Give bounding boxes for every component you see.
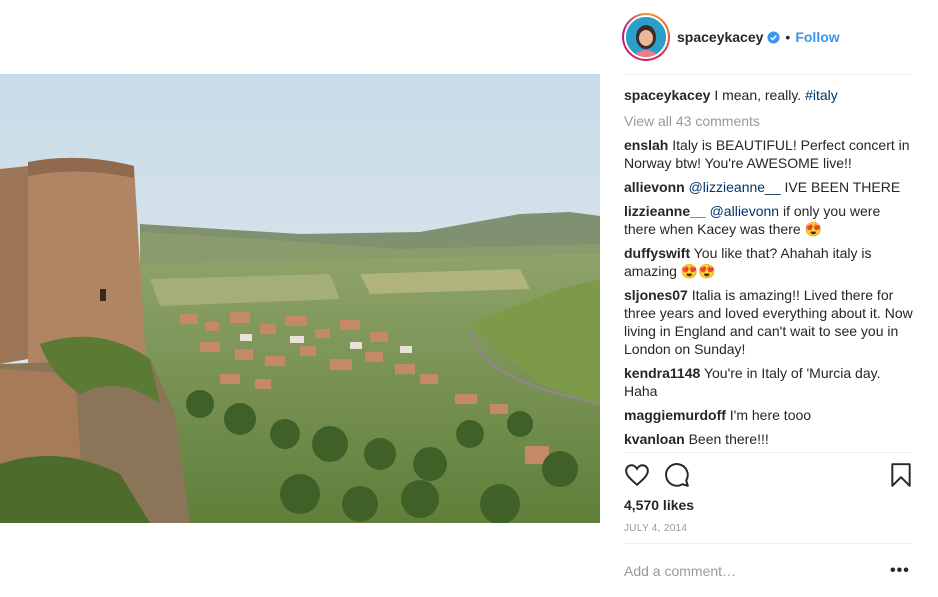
post-date[interactable]: JULY 4, 2014 [624,523,687,534]
comment-username[interactable]: maggiemurdoff [624,407,726,423]
comment-item: allievonn @lizzieanne__ IVE BEEN THERE [624,178,914,196]
comment-item: kvanloan Been there!!! [624,430,914,448]
add-comment-input[interactable] [624,563,874,579]
author-username[interactable]: spaceykacey [677,29,763,45]
caption-username[interactable]: spaceykacey [624,87,710,103]
likes-count[interactable]: 4,570 likes [624,497,694,513]
post-header: spaceykacey • Follow [622,13,840,61]
caption-hashtag[interactable]: #italy [805,87,838,103]
header-divider [624,74,912,75]
comment-username[interactable]: lizzieanne__ [624,203,706,219]
post-photo[interactable] [0,74,600,523]
view-all-comments-link[interactable]: View all 43 comments [624,112,914,130]
header-separator: • [785,29,791,45]
avatar[interactable] [624,15,668,59]
post-side-panel: spaceykacey • Follow spaceykacey I mean,… [600,0,938,597]
comments-list: spaceykacey I mean, really. #italy View … [624,86,914,454]
bookmark-icon[interactable] [888,462,914,488]
comment-username[interactable]: duffyswift [624,245,690,261]
actions-divider [624,452,912,453]
comment-item: maggiemurdoff I'm here tooo [624,406,914,424]
comment-username[interactable]: kendra1148 [624,365,700,381]
heart-icon[interactable] [624,462,650,488]
comment-username[interactable]: sljones07 [624,287,688,303]
comment-item: sljones07 Italia is amazing!! Lived ther… [624,286,914,358]
comment-icon[interactable] [664,462,690,488]
comment-username[interactable]: kvanloan [624,431,685,447]
comment-mention[interactable]: @allievonn [710,203,779,219]
comment-item: enslah Italy is BEAUTIFUL! Perfect conce… [624,136,914,172]
more-options-button[interactable]: ••• [890,562,910,580]
comment-text: IVE BEEN THERE [784,179,901,195]
verified-badge-icon [767,30,780,44]
comment-item: lizzieanne__ @allievonn if only you were… [624,202,914,238]
caption-text: I mean, really. [714,87,802,103]
post-actions [624,462,914,490]
comment-text: Been there!!! [688,431,769,447]
follow-button[interactable]: Follow [795,29,839,45]
avatar-story-ring[interactable] [622,13,670,61]
comment-username[interactable]: enslah [624,137,668,153]
comment-mention[interactable]: @lizzieanne__ [689,179,781,195]
caption: spaceykacey I mean, really. #italy [624,86,914,104]
comment-item: duffyswift You like that? Ahahah italy i… [624,244,914,280]
comment-username[interactable]: allievonn [624,179,685,195]
comment-item: kendra1148 You're in Italy of 'Murcia da… [624,364,914,400]
comment-text: I'm here tooo [729,407,812,423]
comment-box-divider [624,543,912,544]
